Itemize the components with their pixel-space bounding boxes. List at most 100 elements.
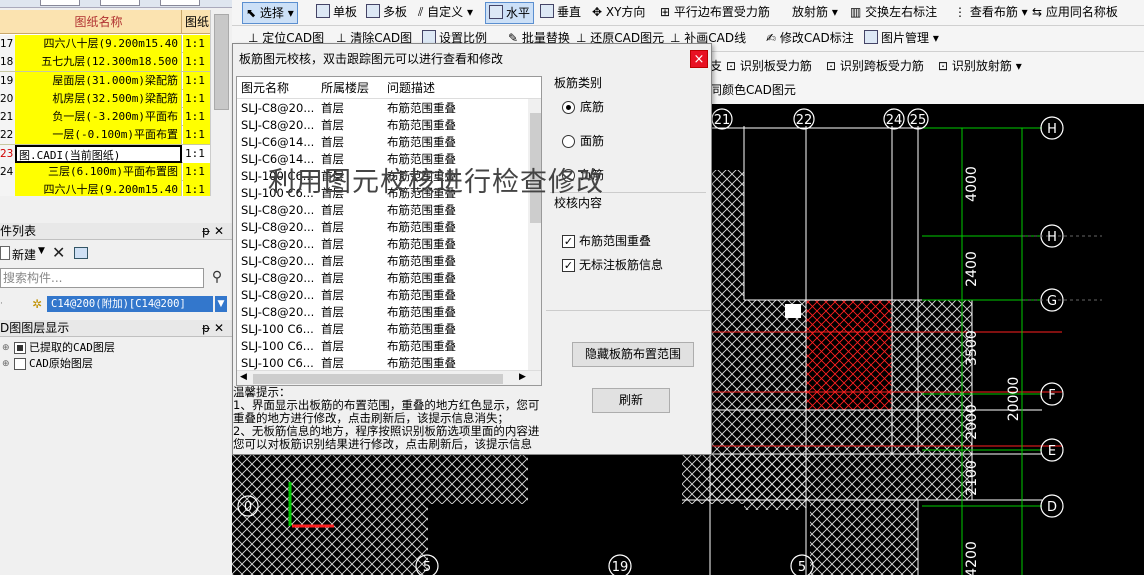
image-manage-button[interactable]: 图片管理 ▾ [864, 28, 939, 50]
refresh-button[interactable]: 刷新 [592, 388, 670, 413]
drawing-scale-cell[interactable]: 1:1 [183, 163, 210, 182]
delete-icon[interactable]: ✕ [52, 243, 65, 262]
expand-icon[interactable]: ⊕ [2, 340, 10, 356]
checkbox-box[interactable]: ✓ [562, 259, 575, 272]
column-header-scale[interactable]: 图纸 [183, 10, 213, 34]
chevron-down-icon[interactable]: ▼ [215, 296, 227, 312]
checkbox-box[interactable]: ✓ [562, 235, 575, 248]
xy-direction-button[interactable]: ✥ XY方向 [592, 2, 645, 24]
drawing-row[interactable]: 23 图.CADI(当前图纸) 1:1 [0, 144, 210, 164]
recognize-radial-button[interactable]: ⊡ 识别放射筋 ▾ [938, 56, 1022, 78]
column-header-floor[interactable]: 所属楼层 [321, 77, 369, 99]
component-search-input[interactable]: 搜索构件... [0, 268, 204, 288]
single-slab-button[interactable]: 单板 [316, 2, 357, 24]
issue-row[interactable]: SLJ-100 C6... 首层 布筋范围重叠 [237, 168, 529, 185]
radio-dot[interactable] [562, 135, 575, 148]
drawing-name-cell[interactable]: 三层(6.100m)平面布置图 [15, 163, 182, 182]
drawing-row[interactable]: 19 屋面层(31.000m)梁配筋 1:1 [0, 71, 210, 90]
toolbar-row-4: 同颜色CAD图元 [708, 80, 1144, 104]
layer-checkbox[interactable] [14, 342, 26, 354]
drawing-row[interactable]: 20 机房层(32.500m)梁配筋 1:1 [0, 89, 210, 109]
drawing-scale-cell[interactable]: 1:1 [183, 71, 210, 90]
issue-row[interactable]: SLJ-C8@20... 首层 布筋范围重叠 [237, 236, 529, 253]
copy-icon[interactable] [74, 247, 88, 259]
issue-row[interactable]: SLJ-C8@20... 首层 布筋范围重叠 [237, 219, 529, 236]
issue-list-vscroll[interactable] [528, 99, 541, 371]
drawing-name-cell[interactable]: 五七九层(12.300m18.500 [15, 53, 182, 72]
drawing-row[interactable]: 22 一层(-0.100m)平面布置 1:1 [0, 126, 210, 145]
drawing-scale-cell[interactable]: 1:1 [183, 144, 210, 163]
parallel-edge-rebar-button[interactable]: ⊞ 平行边布置受力筋 [660, 2, 770, 24]
drawing-row[interactable]: 17 四六八十层(9.200m15.40 1:1 [0, 35, 210, 54]
pin-icon[interactable]: ᵽ [202, 320, 210, 337]
drawing-name-cell[interactable]: 一层(-0.100m)平面布置 [15, 126, 182, 145]
issue-row[interactable]: SLJ-C8@20... 首层 布筋范围重叠 [237, 287, 529, 304]
edit-cad-label-button[interactable]: ✍ 修改CAD标注 [766, 28, 854, 50]
chevron-down-icon[interactable]: ▼ [38, 246, 45, 256]
apply-same-name-button[interactable]: ⇆ 应用同名称板 [1032, 2, 1118, 24]
drawing-row[interactable]: 18 五七九层(12.300m18.500 1:1 [0, 53, 210, 72]
issue-cell-floor: 首层 [321, 186, 344, 200]
multi-slab-button[interactable]: 多板 [366, 2, 407, 24]
issue-row[interactable]: SLJ-C8@20... 首层 布筋范围重叠 [237, 270, 529, 287]
close-button[interactable]: × [690, 50, 708, 68]
issue-list-hscroll[interactable]: ◀ ▶ [237, 370, 541, 385]
drawing-name-cell[interactable]: 负一层(-3.200m)平面布 [15, 108, 182, 127]
column-header-name[interactable]: 图元名称 [241, 77, 289, 99]
expand-icon[interactable]: ⊕ [2, 356, 10, 372]
issue-row[interactable]: SLJ-C8@20... 首层 布筋范围重叠 [237, 304, 529, 321]
horizontal-button[interactable]: 水平 [485, 2, 535, 24]
search-icon[interactable]: ⚲ [208, 269, 226, 287]
drawing-name-cell[interactable]: 机房层(32.500m)梁配筋 [15, 89, 182, 108]
drawing-name-cell[interactable]: 图.CADI(当前图纸) [15, 144, 182, 163]
issue-row[interactable]: SLJ-100 C6... 首层 布筋范围重叠 [237, 338, 529, 355]
radial-rebar-button[interactable]: 放射筋 ▾ [792, 2, 838, 24]
new-component-button[interactable]: 新建 [12, 246, 36, 263]
issue-row[interactable]: SLJ-C6@14... 首层 布筋范围重叠 [237, 134, 529, 151]
issue-row[interactable]: SLJ-100 C6... 首层 布筋范围重叠 [237, 185, 529, 202]
issue-cell-name: SLJ-100 C6... [241, 322, 314, 336]
radio-dot[interactable] [562, 101, 575, 114]
issue-row[interactable]: SLJ-C6@14... 首层 布筋范围重叠 [237, 151, 529, 168]
view-rebar-button[interactable]: ⋮ 查看布筋 ▾ [954, 2, 1028, 24]
drawing-row[interactable]: 四六八十层(9.200m15.40 1:1 [0, 181, 210, 196]
issue-cell-name: SLJ-C8@20... [241, 118, 315, 132]
scroll-right-icon[interactable]: ▶ [519, 372, 526, 382]
drawing-scale-cell[interactable]: 1:1 [183, 108, 210, 127]
same-color-cad-button[interactable]: 同颜色CAD图元 [710, 80, 796, 102]
issue-row[interactable]: SLJ-C8@20... 首层 布筋范围重叠 [237, 253, 529, 270]
vertical-button[interactable]: 垂直 [540, 2, 581, 24]
drawing-row[interactable]: 24 三层(6.100m)平面布置图 1:1 [0, 163, 210, 182]
issue-row[interactable]: SLJ-100 C6... 首层 布筋范围重叠 [237, 321, 529, 338]
drawing-scale-cell[interactable]: 1:1 [183, 126, 210, 145]
recognize-slab-rebar-button[interactable]: ⊡ 识别板受力筋 [726, 56, 812, 78]
custom-button[interactable]: ⫽ 自定义 ▾ [418, 2, 473, 24]
column-header-issue[interactable]: 问题描述 [387, 77, 435, 99]
recognize-span-rebar-button[interactable]: ⊡ 识别跨板受力筋 [826, 56, 924, 78]
select-button[interactable]: ⬉ 选择 ▾ [242, 2, 298, 24]
drawing-scale-cell[interactable]: 1:1 [183, 181, 210, 196]
issue-row[interactable]: SLJ-C8@20... 首层 布筋范围重叠 [237, 202, 529, 219]
hide-range-button[interactable]: 隐藏板筋布置范围 [572, 342, 694, 367]
swap-label-button[interactable]: ▥ 交换左右标注 [850, 2, 937, 24]
close-icon[interactable]: ✕ [214, 320, 224, 337]
layer-checkbox[interactable] [14, 358, 26, 370]
drawing-name-cell[interactable]: 四六八十层(9.200m15.40 [15, 35, 182, 53]
drawing-name-cell[interactable]: 屋面层(31.000m)梁配筋 [15, 71, 182, 90]
drawing-scale-cell[interactable]: 1:1 [183, 53, 210, 72]
component-tree-item[interactable]: · ✲ C14@200(附加)[C14@200] ▼ [0, 295, 232, 313]
column-header-drawing-name[interactable]: 图纸名称 [16, 10, 182, 34]
drawing-list-scrollbar[interactable] [210, 10, 232, 196]
drawing-scale-cell[interactable]: 1:1 [183, 89, 210, 108]
dialog-options-panel: 板筋类别 底筋 面筋 负筋 校核内容 ✓ 布筋范围重叠 ✓ 无标注板筋信息 隐藏板筋… [546, 76, 710, 413]
scroll-left-icon[interactable]: ◀ [240, 372, 247, 382]
pin-icon[interactable]: ᵽ [202, 223, 210, 240]
radio-dot[interactable] [562, 169, 575, 182]
issue-row[interactable]: SLJ-C8@20... 首层 布筋范围重叠 [237, 117, 529, 134]
drawing-name-cell[interactable]: 四六八十层(9.200m15.40 [15, 181, 182, 196]
close-icon[interactable]: ✕ [214, 223, 224, 240]
selected-component-label[interactable]: C14@200(附加)[C14@200] [47, 296, 213, 312]
drawing-scale-cell[interactable]: 1:1 [183, 35, 210, 53]
issue-row[interactable]: SLJ-C8@20... 首层 布筋范围重叠 [237, 100, 529, 117]
drawing-row[interactable]: 21 负一层(-3.200m)平面布 1:1 [0, 108, 210, 127]
